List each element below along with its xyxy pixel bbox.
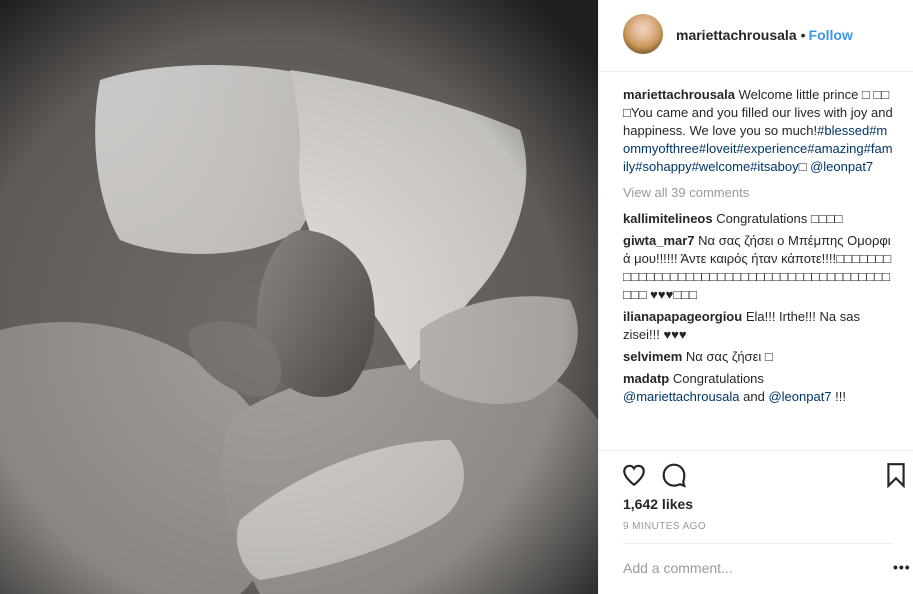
comment-text: Congratulations □□□□ bbox=[716, 211, 843, 226]
comment-item: madatp Congratulations @mariettachrousal… bbox=[623, 370, 893, 406]
comment-form: ••• bbox=[623, 543, 910, 594]
comment-username[interactable]: giwta_mar7 bbox=[623, 233, 695, 248]
post-photo[interactable] bbox=[0, 0, 598, 594]
header-user-line: mariettachrousala • Follow bbox=[676, 27, 853, 43]
photo-artwork bbox=[0, 0, 598, 594]
post-side-panel: mariettachrousala • Follow mariettachrousa… bbox=[598, 0, 913, 594]
comment-username[interactable]: selvimem bbox=[623, 349, 682, 364]
comment-end-text: !!! bbox=[831, 389, 846, 404]
comment-username[interactable]: kallimitelineos bbox=[623, 211, 713, 226]
caption-tail: □ bbox=[798, 159, 811, 174]
caption-username[interactable]: mariettachrousala bbox=[623, 87, 735, 102]
likes-count[interactable]: 1,642 likes bbox=[623, 496, 693, 512]
comment-input[interactable] bbox=[623, 560, 853, 576]
comment-item: giwta_mar7 Να σας ζήσει ο Μπέμπης Ομορφι… bbox=[623, 232, 893, 304]
action-bar: 1,642 likes 9 MINUTES AGO ••• bbox=[599, 450, 913, 591]
header-username[interactable]: mariettachrousala bbox=[676, 27, 797, 43]
view-all-comments-link[interactable]: View all 39 comments bbox=[623, 184, 893, 202]
heart-icon[interactable] bbox=[621, 462, 647, 488]
comment-item: kallimitelineos Congratulations □□□□ bbox=[623, 210, 893, 228]
comment-username[interactable]: ilianapapageorgiou bbox=[623, 309, 742, 324]
comment-mention[interactable]: @leonpat7 bbox=[768, 389, 831, 404]
avatar[interactable] bbox=[623, 14, 663, 54]
post-timestamp[interactable]: 9 MINUTES AGO bbox=[623, 521, 706, 532]
comment-text: Congratulations bbox=[672, 371, 764, 386]
comment-text: Να σας ζήσει □ bbox=[685, 349, 773, 364]
more-options-button[interactable]: ••• bbox=[893, 559, 911, 575]
comment-item: selvimem Να σας ζήσει □ bbox=[623, 348, 893, 366]
header-separator: • bbox=[800, 27, 806, 43]
comment-icon[interactable] bbox=[661, 462, 687, 488]
bookmark-icon[interactable] bbox=[885, 462, 911, 489]
caption-mention[interactable]: @leonpat7 bbox=[810, 159, 873, 174]
comment-mention[interactable]: @mariettachrousala bbox=[623, 389, 740, 404]
comment-username[interactable]: madatp bbox=[623, 371, 669, 386]
follow-button[interactable]: Follow bbox=[809, 27, 853, 43]
comment-item: ilianapapageorgiou Ela!!! Irthe!!! Na sa… bbox=[623, 308, 893, 344]
post-header: mariettachrousala • Follow bbox=[599, 0, 913, 72]
comment-and-text: and bbox=[739, 389, 769, 404]
post-caption: mariettachrousala Welcome little prince … bbox=[623, 86, 893, 176]
comment-list: mariettachrousala Welcome little prince … bbox=[623, 86, 893, 410]
